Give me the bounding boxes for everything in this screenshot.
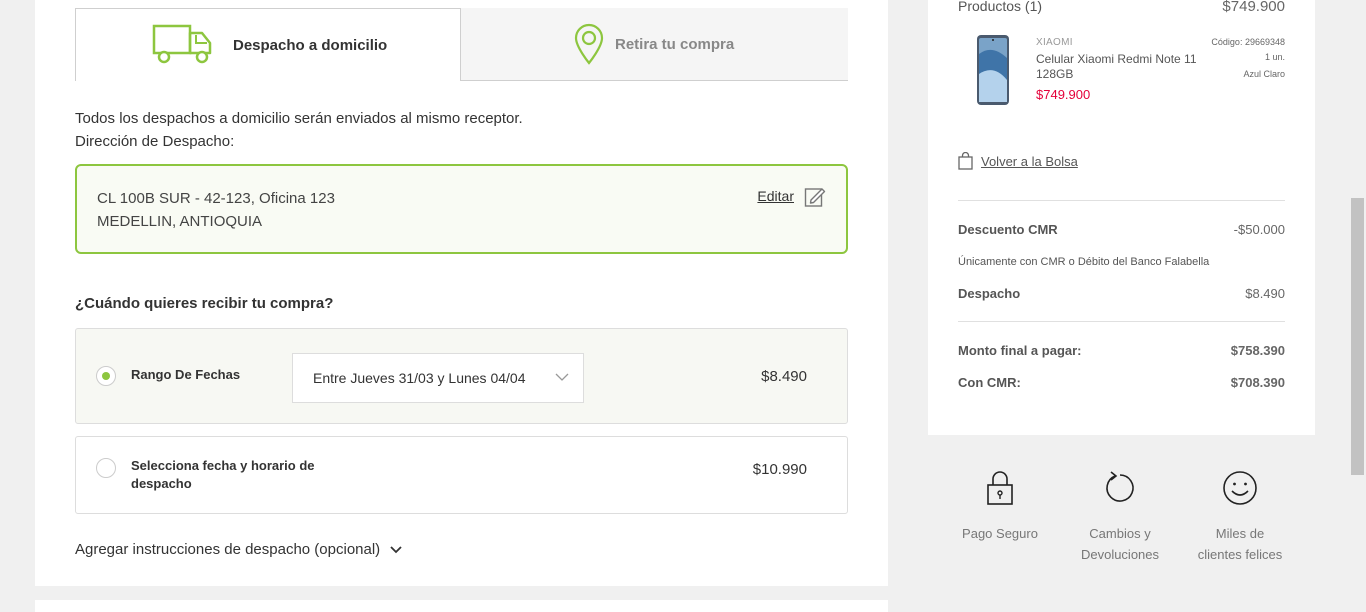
date-range-label: Rango De Fechas	[131, 367, 241, 382]
products-total: $749.900	[1222, 0, 1285, 15]
shipping-value: $8.490	[1245, 286, 1285, 301]
product-name: Celular Xiaomi Redmi Note 11 128GB	[1036, 52, 1197, 81]
scrollbar-thumb[interactable]	[1351, 198, 1364, 475]
product-quantity: 1 un.	[1264, 52, 1285, 62]
order-summary: Productos (1) $749.900 XIAOMI Celular Xi…	[928, 0, 1315, 435]
happy-clients-label-line2: clientes felices	[1197, 547, 1283, 562]
address-city: MEDELLIN, ANTIOQUIA	[97, 213, 263, 230]
panel-bottom-strip	[35, 600, 888, 612]
smiley-icon	[1223, 471, 1257, 505]
product-phone-image	[977, 35, 1009, 105]
happy-clients-label-line1: Miles de	[1215, 526, 1265, 541]
products-row: Productos (1) $749.900	[958, 0, 1285, 15]
date-range-radio[interactable]	[96, 366, 116, 386]
edit-pencil-icon[interactable]	[804, 186, 826, 208]
edit-address-link[interactable]: Editar	[757, 188, 794, 204]
specific-date-label-line1: Selecciona fecha y horario de	[131, 458, 315, 473]
final-amount-value: $758.390	[1230, 343, 1285, 358]
tab-home-delivery[interactable]: Despacho a domicilio	[75, 8, 461, 81]
receiver-info-text: Todos los despachos a domicilio serán en…	[75, 110, 523, 127]
trust-features: Pago Seguro Cambios y Devoluciones Miles…	[940, 470, 1300, 570]
date-range-price: $8.490	[761, 368, 807, 385]
feature-returns: Cambios y Devoluciones	[1060, 470, 1180, 565]
cmr-amount-value: $708.390	[1230, 375, 1285, 390]
product-code: Código: 29669348	[1211, 37, 1285, 47]
padlock-icon	[987, 471, 1013, 505]
cmr-amount-label: Con CMR:	[958, 375, 1021, 390]
address-street: CL 100B SUR - 42-123, Oficina 123	[97, 190, 335, 207]
add-instructions-toggle[interactable]: Agregar instrucciones de despacho (opcio…	[75, 541, 402, 558]
add-instructions-label: Agregar instrucciones de despacho (opcio…	[75, 541, 381, 558]
discount-label: Descuento CMR	[958, 222, 1058, 237]
final-amount-label: Monto final a pagar:	[958, 343, 1082, 358]
option-specific-date[interactable]: Selecciona fecha y horario de despacho $…	[75, 436, 848, 514]
feature-secure-payment: Pago Seguro	[940, 470, 1060, 544]
product-brand: XIAOMI	[1036, 37, 1073, 48]
feature-happy-clients: Miles de clientes felices	[1180, 470, 1300, 565]
shopping-bag-icon	[958, 152, 973, 170]
back-to-bag-label: Volver a la Bolsa	[981, 153, 1078, 169]
returns-label: Cambios y Devoluciones	[1060, 523, 1180, 565]
chevron-down-icon	[390, 545, 402, 553]
specific-date-label-line2: despacho	[131, 476, 192, 491]
tab-pickup[interactable]: Retira tu compra	[461, 8, 848, 81]
specific-date-price: $10.990	[752, 461, 807, 478]
product-price: $749.900	[1036, 87, 1091, 102]
refresh-icon	[1106, 471, 1134, 502]
date-range-select-value: Entre Jueves 31/03 y Lunes 04/04	[313, 370, 526, 386]
address-heading: Dirección de Despacho:	[75, 133, 235, 150]
discount-value: -$50.000	[1233, 222, 1285, 237]
back-to-bag-link[interactable]: Volver a la Bolsa	[958, 152, 1078, 170]
summary-divider	[958, 321, 1285, 322]
discount-row: Descuento CMR -$50.000	[958, 222, 1285, 237]
shipping-row: Despacho $8.490	[958, 286, 1285, 301]
page-scrollbar[interactable]	[1349, 0, 1366, 612]
happy-clients-label: Miles de clientes felices	[1180, 523, 1300, 565]
product-color: Azul Claro	[1243, 69, 1285, 79]
returns-label-line2: Devoluciones	[1080, 547, 1160, 562]
delivery-tabs: Despacho a domicilio Retira tu compra	[75, 8, 848, 81]
shipping-label: Despacho	[958, 286, 1021, 301]
tab-home-delivery-label: Despacho a domicilio	[233, 36, 388, 54]
final-amount-row: Monto final a pagar: $758.390	[958, 343, 1285, 358]
location-pin-icon	[574, 23, 604, 65]
cmr-note: Únicamente con CMR o Débito del Banco Fa…	[958, 256, 1210, 268]
secure-payment-label: Pago Seguro	[962, 526, 1038, 541]
cmr-amount-row: Con CMR: $708.390	[958, 375, 1285, 390]
delivery-time-question: ¿Cuándo quieres recibir tu compra?	[75, 295, 334, 312]
returns-label-line1: Cambios y	[1089, 526, 1151, 541]
chevron-down-icon	[555, 373, 569, 381]
products-label: Productos (1)	[958, 0, 1043, 14]
specific-date-radio[interactable]	[96, 458, 116, 478]
tab-pickup-label: Retira tu compra	[615, 35, 735, 53]
specific-date-label: Selecciona fecha y horario de despacho	[131, 457, 315, 493]
option-date-range[interactable]: Rango De Fechas Entre Jueves 31/03 y Lun…	[75, 328, 848, 424]
date-range-select[interactable]: Entre Jueves 31/03 y Lunes 04/04	[292, 353, 584, 403]
summary-divider	[958, 200, 1285, 201]
address-card: CL 100B SUR - 42-123, Oficina 123 MEDELL…	[75, 164, 848, 254]
truck-icon	[152, 24, 212, 64]
